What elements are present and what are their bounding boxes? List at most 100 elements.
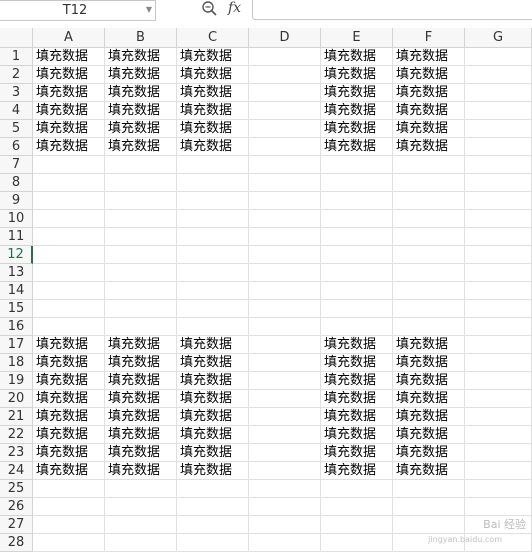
- cell-b8[interactable]: [105, 174, 177, 192]
- cell-e20[interactable]: 填充数据: [321, 390, 393, 408]
- cell-g25[interactable]: [465, 480, 532, 498]
- cell-g24[interactable]: [465, 462, 532, 480]
- cell-d28[interactable]: [249, 534, 321, 552]
- cell-f20[interactable]: 填充数据: [393, 390, 465, 408]
- cell-c12[interactable]: [177, 246, 249, 264]
- cell-g21[interactable]: [465, 408, 532, 426]
- cell-e22[interactable]: 填充数据: [321, 426, 393, 444]
- row-header[interactable]: 5: [0, 120, 33, 138]
- cell-e21[interactable]: 填充数据: [321, 408, 393, 426]
- cell-g4[interactable]: [465, 102, 532, 120]
- row-header[interactable]: 2: [0, 66, 33, 84]
- cell-d10[interactable]: [249, 210, 321, 228]
- cell-d23[interactable]: [249, 444, 321, 462]
- row-header[interactable]: 6: [0, 138, 33, 156]
- cell-b9[interactable]: [105, 192, 177, 210]
- cell-b15[interactable]: [105, 300, 177, 318]
- cell-e16[interactable]: [321, 318, 393, 336]
- cell-d8[interactable]: [249, 174, 321, 192]
- cell-a7[interactable]: [33, 156, 105, 174]
- cell-c10[interactable]: [177, 210, 249, 228]
- cell-e25[interactable]: [321, 480, 393, 498]
- cell-c25[interactable]: [177, 480, 249, 498]
- cell-e23[interactable]: 填充数据: [321, 444, 393, 462]
- row-header[interactable]: 17: [0, 336, 33, 354]
- cell-e15[interactable]: [321, 300, 393, 318]
- zoom-icon[interactable]: [200, 0, 220, 18]
- cell-e26[interactable]: [321, 498, 393, 516]
- cell-e13[interactable]: [321, 264, 393, 282]
- cell-d2[interactable]: [249, 66, 321, 84]
- column-header-c[interactable]: C: [177, 28, 249, 48]
- cell-f3[interactable]: 填充数据: [393, 84, 465, 102]
- cell-g11[interactable]: [465, 228, 532, 246]
- row-header[interactable]: 11: [0, 228, 33, 246]
- cell-a3[interactable]: 填充数据: [33, 84, 105, 102]
- cell-d6[interactable]: [249, 138, 321, 156]
- cell-a11[interactable]: [33, 228, 105, 246]
- cell-b27[interactable]: [105, 516, 177, 534]
- cell-d1[interactable]: [249, 48, 321, 66]
- cell-f11[interactable]: [393, 228, 465, 246]
- row-header[interactable]: 12: [0, 246, 33, 264]
- cell-c4[interactable]: 填充数据: [177, 102, 249, 120]
- cell-g17[interactable]: [465, 336, 532, 354]
- cell-g15[interactable]: [465, 300, 532, 318]
- cell-e27[interactable]: [321, 516, 393, 534]
- cell-d16[interactable]: [249, 318, 321, 336]
- cell-c18[interactable]: 填充数据: [177, 354, 249, 372]
- chevron-down-icon[interactable]: ▼: [146, 5, 152, 14]
- cell-b12[interactable]: [105, 246, 177, 264]
- cell-b24[interactable]: 填充数据: [105, 462, 177, 480]
- cell-e24[interactable]: 填充数据: [321, 462, 393, 480]
- cell-b28[interactable]: [105, 534, 177, 552]
- cell-e4[interactable]: 填充数据: [321, 102, 393, 120]
- row-header[interactable]: 26: [0, 498, 33, 516]
- cell-f13[interactable]: [393, 264, 465, 282]
- cell-e1[interactable]: 填充数据: [321, 48, 393, 66]
- cell-c15[interactable]: [177, 300, 249, 318]
- cell-d27[interactable]: [249, 516, 321, 534]
- cell-e8[interactable]: [321, 174, 393, 192]
- cell-b22[interactable]: 填充数据: [105, 426, 177, 444]
- cell-b21[interactable]: 填充数据: [105, 408, 177, 426]
- cell-g1[interactable]: [465, 48, 532, 66]
- cell-g16[interactable]: [465, 318, 532, 336]
- cell-d5[interactable]: [249, 120, 321, 138]
- cell-e17[interactable]: 填充数据: [321, 336, 393, 354]
- cell-c22[interactable]: 填充数据: [177, 426, 249, 444]
- cell-f7[interactable]: [393, 156, 465, 174]
- cell-g2[interactable]: [465, 66, 532, 84]
- cell-f10[interactable]: [393, 210, 465, 228]
- cell-g12[interactable]: [465, 246, 532, 264]
- cell-e2[interactable]: 填充数据: [321, 66, 393, 84]
- cell-f21[interactable]: 填充数据: [393, 408, 465, 426]
- cell-g26[interactable]: [465, 498, 532, 516]
- cell-g14[interactable]: [465, 282, 532, 300]
- cell-g9[interactable]: [465, 192, 532, 210]
- cell-b16[interactable]: [105, 318, 177, 336]
- cell-a22[interactable]: 填充数据: [33, 426, 105, 444]
- cell-b6[interactable]: 填充数据: [105, 138, 177, 156]
- cell-f12[interactable]: [393, 246, 465, 264]
- cell-a6[interactable]: 填充数据: [33, 138, 105, 156]
- cell-e3[interactable]: 填充数据: [321, 84, 393, 102]
- cell-f2[interactable]: 填充数据: [393, 66, 465, 84]
- cell-g18[interactable]: [465, 354, 532, 372]
- cell-d3[interactable]: [249, 84, 321, 102]
- cell-e7[interactable]: [321, 156, 393, 174]
- cell-c7[interactable]: [177, 156, 249, 174]
- cell-b7[interactable]: [105, 156, 177, 174]
- row-header[interactable]: 16: [0, 318, 33, 336]
- cell-g7[interactable]: [465, 156, 532, 174]
- row-header[interactable]: 14: [0, 282, 33, 300]
- cell-d9[interactable]: [249, 192, 321, 210]
- cell-d19[interactable]: [249, 372, 321, 390]
- cell-a9[interactable]: [33, 192, 105, 210]
- cell-d21[interactable]: [249, 408, 321, 426]
- cell-g8[interactable]: [465, 174, 532, 192]
- cell-e6[interactable]: 填充数据: [321, 138, 393, 156]
- cell-b25[interactable]: [105, 480, 177, 498]
- row-header[interactable]: 9: [0, 192, 33, 210]
- cell-a5[interactable]: 填充数据: [33, 120, 105, 138]
